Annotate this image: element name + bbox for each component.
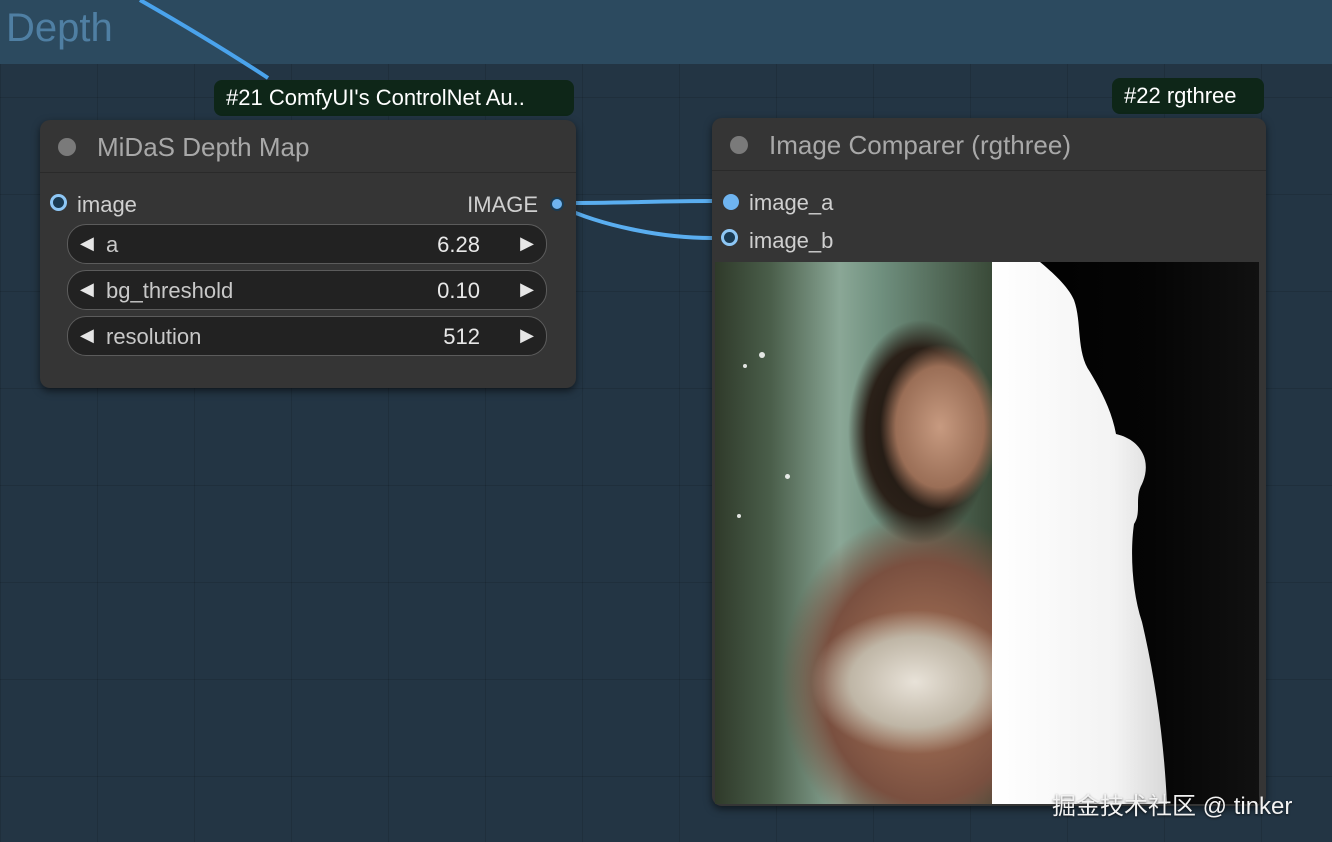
- widget-a-value[interactable]: 6.28: [437, 232, 480, 258]
- input-slot-image-a-label: image_a: [749, 190, 834, 215]
- input-slot-image-b-icon[interactable]: [721, 229, 738, 246]
- input-slot-image-a-icon[interactable]: [723, 194, 739, 210]
- collapse-dot-icon[interactable]: [58, 138, 76, 156]
- output-slot-image-icon[interactable]: [550, 197, 564, 211]
- output-slot-image-label: IMAGE: [467, 192, 538, 217]
- decrement-arrow-icon[interactable]: ◀: [80, 279, 94, 300]
- link-wire-image-b: [561, 205, 713, 240]
- collapse-dot-icon[interactable]: [730, 136, 748, 154]
- increment-arrow-icon[interactable]: ▶: [520, 325, 534, 346]
- widget-bg-threshold-label: bg_threshold: [106, 278, 234, 303]
- light-sparkle: [785, 474, 790, 479]
- increment-arrow-icon[interactable]: ▶: [520, 233, 534, 254]
- node-22-title: Image Comparer (rgthree): [769, 130, 1071, 160]
- widget-resolution-value[interactable]: 512: [443, 324, 480, 350]
- link-wire-image-a: [561, 199, 713, 205]
- widget-a-label: a: [106, 232, 119, 257]
- midas-depth-map-node[interactable]: MiDaS Depth Map image IMAGE ◀ a 6.28 ▶ ◀…: [40, 120, 576, 388]
- input-slot-image-icon[interactable]: [50, 194, 67, 211]
- increment-arrow-icon[interactable]: ▶: [520, 279, 534, 300]
- group-header[interactable]: Depth: [0, 0, 1332, 64]
- decrement-arrow-icon[interactable]: ◀: [80, 325, 94, 346]
- depth-silhouette: [992, 262, 1167, 804]
- widget-resolution-label: resolution: [106, 324, 202, 349]
- widget-bg-threshold[interactable]: ◀ bg_threshold 0.10 ▶: [67, 270, 547, 310]
- widget-bg-threshold-value[interactable]: 0.10: [437, 278, 480, 304]
- input-slot-image-b-label: image_b: [749, 228, 834, 253]
- image-compare-preview[interactable]: [715, 262, 1259, 804]
- watermark: 掘金技术社区 @ tinker: [1052, 793, 1293, 820]
- decrement-arrow-icon[interactable]: ◀: [80, 233, 94, 254]
- widget-resolution[interactable]: ◀ resolution 512 ▶: [67, 316, 547, 356]
- node-21-title: MiDaS Depth Map: [97, 132, 310, 162]
- node-21-titlebar[interactable]: MiDaS Depth Map: [40, 120, 576, 173]
- depth-map-half: [992, 262, 1259, 804]
- node-22-badge: #22 rgthree: [1112, 78, 1264, 114]
- light-sparkle: [759, 352, 765, 358]
- node-22-titlebar[interactable]: Image Comparer (rgthree): [712, 118, 1266, 171]
- node-21-badge: #21 ComfyUI's ControlNet Au..: [214, 80, 574, 116]
- input-slot-image-label: image: [77, 192, 137, 217]
- group-title: Depth: [6, 6, 113, 50]
- original-image-half: [715, 262, 992, 804]
- widget-a[interactable]: ◀ a 6.28 ▶: [67, 224, 547, 264]
- light-sparkle: [737, 514, 741, 518]
- light-sparkle: [743, 364, 747, 368]
